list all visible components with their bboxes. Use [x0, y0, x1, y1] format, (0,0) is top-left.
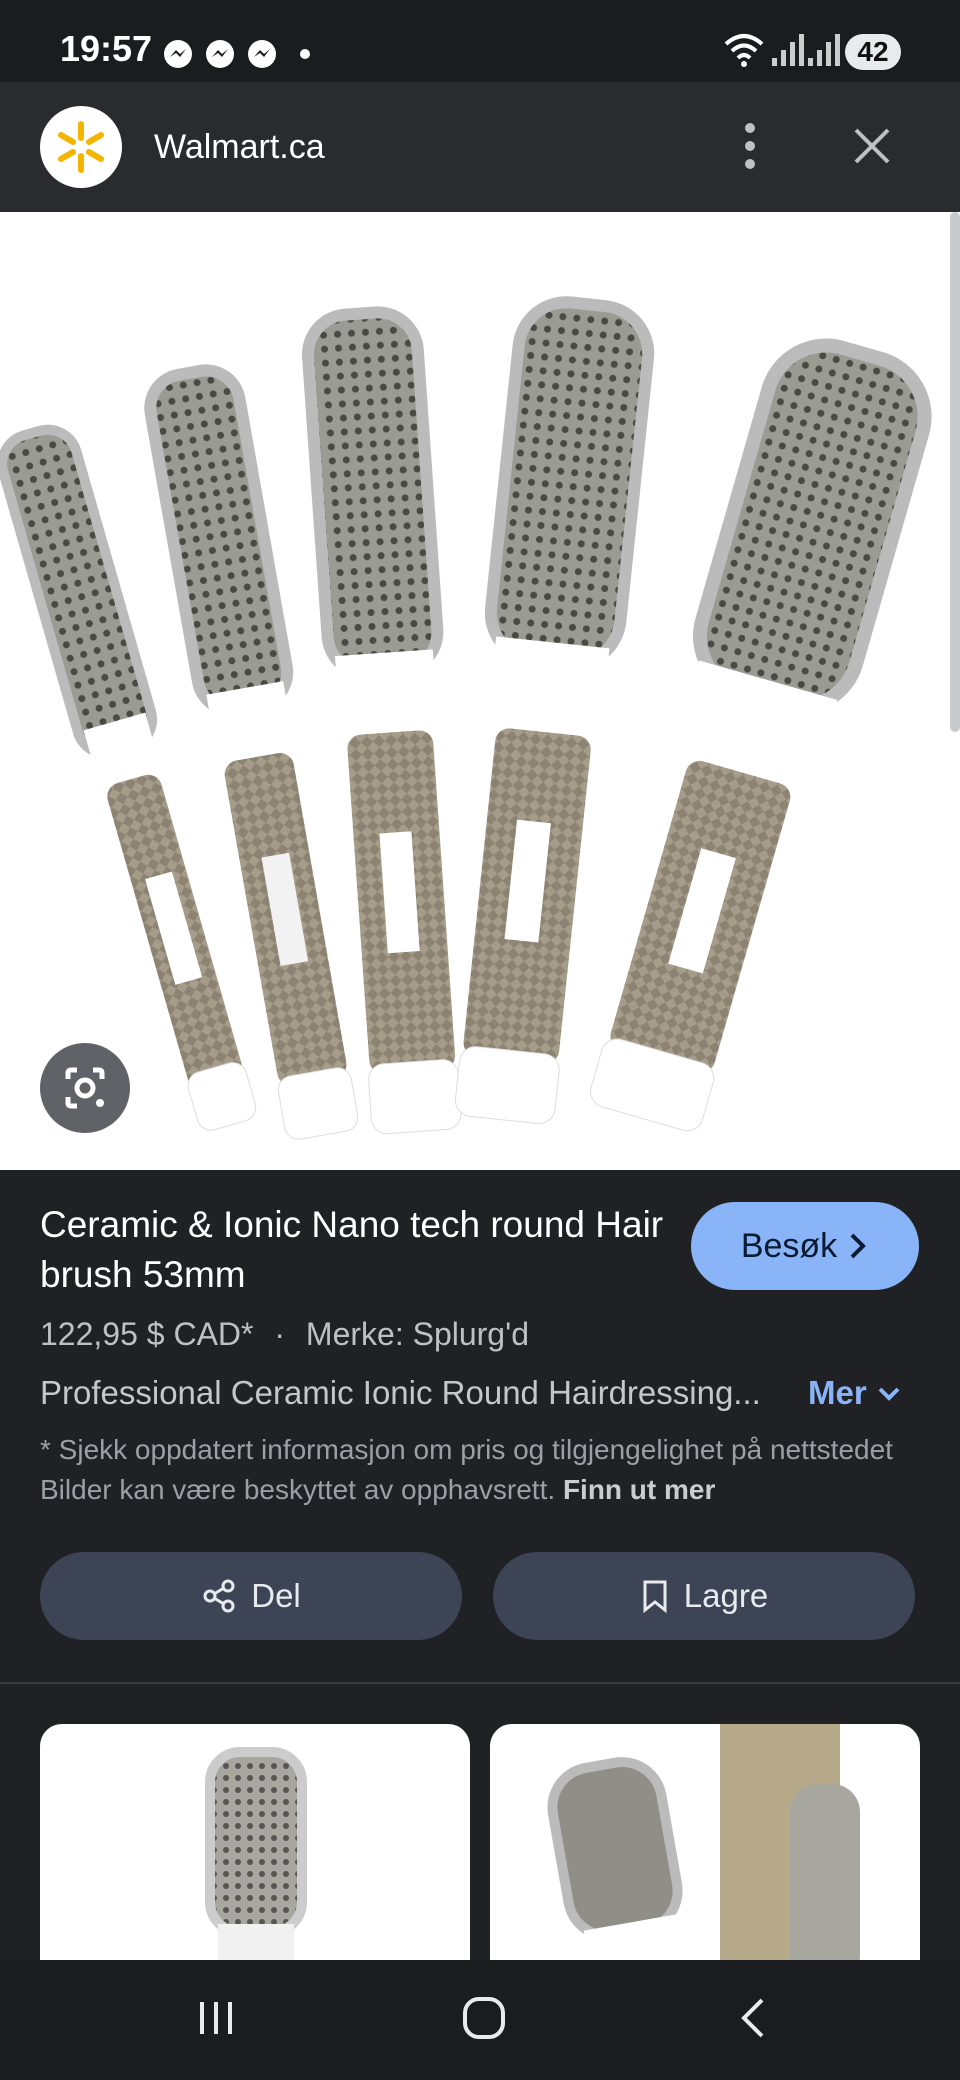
- more-vert-icon[interactable]: [730, 116, 770, 176]
- chevron-right-icon: [850, 1233, 867, 1259]
- visit-button-label: Besøk: [740, 1226, 838, 1265]
- close-icon[interactable]: [844, 118, 900, 174]
- back-icon[interactable]: [736, 1996, 772, 2040]
- notification-dot: [300, 49, 310, 59]
- price: 122,95 $ CAD*: [40, 1316, 254, 1352]
- signal-icon: [808, 34, 840, 66]
- learn-more-link[interactable]: Finn ut mer: [563, 1474, 715, 1505]
- lens-icon: [65, 1067, 105, 1109]
- disclaimer: * Sjekk oppdatert informasjon om pris og…: [40, 1430, 920, 1510]
- messenger-icon: [206, 40, 234, 68]
- messenger-icon: [164, 40, 192, 68]
- divider: [0, 1682, 960, 1684]
- scrollbar[interactable]: [950, 212, 960, 732]
- more-label: Mer: [808, 1374, 867, 1411]
- signal-icon: [772, 34, 804, 66]
- related-image-card[interactable]: [490, 1724, 920, 1984]
- system-nav-bar: [0, 1960, 960, 2080]
- chevron-down-icon: [878, 1387, 900, 1401]
- visit-button[interactable]: Besøk: [691, 1202, 919, 1290]
- wifi-icon: [724, 34, 764, 67]
- disclaimer-text: * Sjekk oppdatert informasjon om pris og…: [40, 1434, 893, 1505]
- share-button[interactable]: Del: [40, 1552, 462, 1640]
- bookmark-icon: [643, 1580, 667, 1614]
- description-row: Professional Ceramic Ionic Round Hairdre…: [40, 1374, 920, 1412]
- product-description: Professional Ceramic Ionic Round Hairdre…: [40, 1374, 761, 1411]
- price-row: 122,95 $ CAD* · Merke: Splurg'd: [40, 1316, 529, 1353]
- product-title: Ceramic & Ionic Nano tech round Hair bru…: [40, 1204, 664, 1295]
- related-image: [205, 1747, 307, 1984]
- save-button[interactable]: Lagre: [493, 1552, 915, 1640]
- brand: Merke: Splurg'd: [305, 1316, 529, 1352]
- home-icon[interactable]: [460, 1994, 508, 2042]
- messenger-icon: [248, 40, 276, 68]
- site-name: Walmart.ca: [154, 128, 325, 166]
- battery-indicator: 42: [845, 34, 901, 70]
- product-image[interactable]: [0, 212, 960, 1170]
- status-time: 19:57: [60, 28, 153, 69]
- separator: ·: [274, 1316, 286, 1352]
- save-label: Lagre: [683, 1577, 769, 1614]
- lens-button[interactable]: [40, 1043, 130, 1133]
- recents-icon[interactable]: [194, 1996, 238, 2040]
- share-label: Del: [251, 1577, 301, 1614]
- browser-top-bar: Walmart.ca: [0, 82, 960, 212]
- related-image-card[interactable]: [40, 1724, 470, 1984]
- status-bar: 19:57 42: [0, 0, 960, 82]
- walmart-logo: [40, 106, 122, 188]
- related-image: [547, 1724, 860, 1984]
- more-link[interactable]: Mer: [808, 1374, 902, 1412]
- share-icon: [203, 1579, 235, 1613]
